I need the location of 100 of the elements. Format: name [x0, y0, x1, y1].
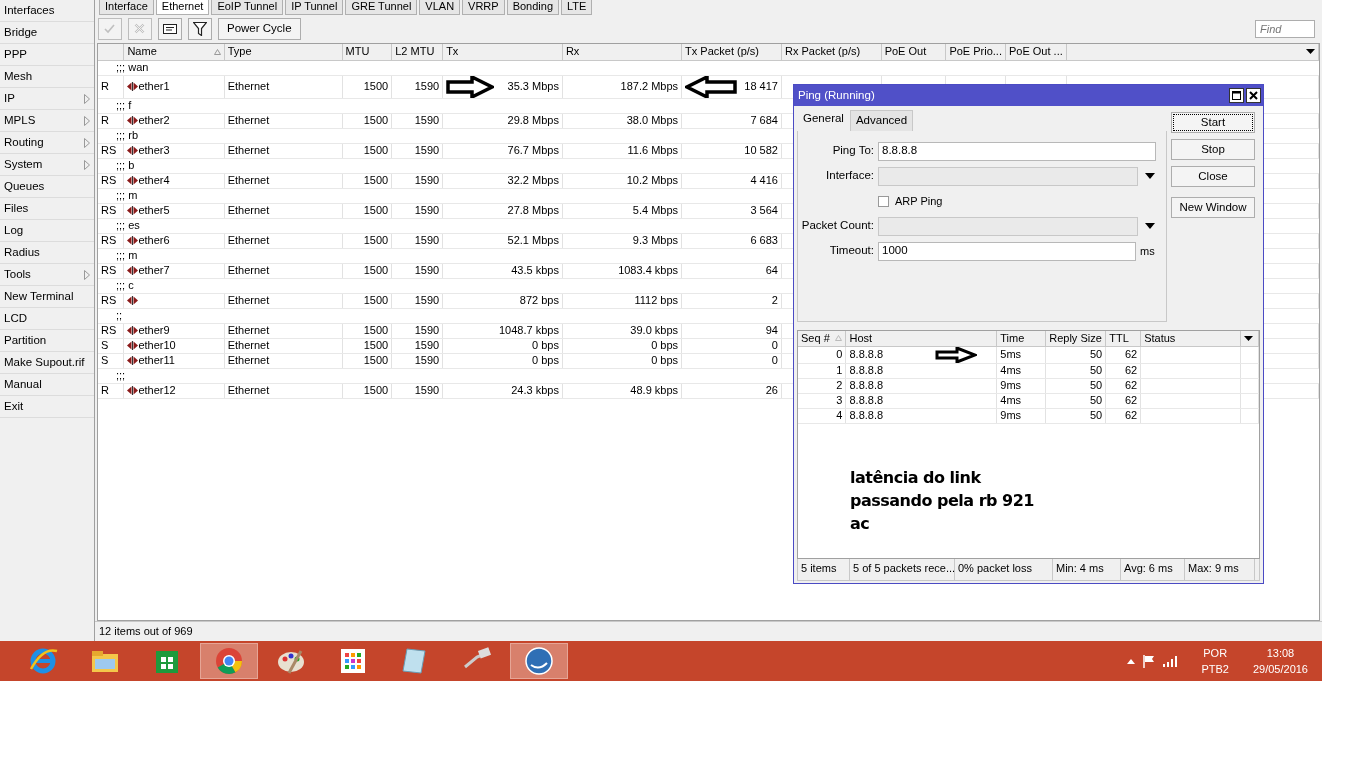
column-header[interactable]: MTU: [342, 44, 392, 60]
table-cell: 62: [1105, 408, 1141, 423]
sidebar-item[interactable]: Log: [0, 220, 94, 242]
table-cell: 4ms: [996, 393, 1046, 408]
tab[interactable]: Ethernet: [155, 0, 210, 15]
table-cell: 62: [1105, 363, 1141, 378]
table-cell: 872 bps: [519, 293, 559, 307]
interface-name[interactable]: ether11: [138, 353, 175, 367]
input-field[interactable]: 8.8.8.8: [878, 141, 1156, 161]
tab[interactable]: Bonding: [506, 0, 560, 15]
table-cell: 1590: [391, 263, 443, 278]
tab[interactable]: Advanced: [849, 110, 914, 131]
interface-name[interactable]: ether2: [138, 113, 170, 127]
column-header[interactable]: Tx: [442, 44, 563, 60]
dialog-button[interactable]: Stop: [1171, 139, 1255, 160]
power-cycle-button[interactable]: Power Cycle: [218, 18, 301, 40]
flags-cell: RS: [98, 323, 124, 338]
interface-name[interactable]: ether4: [138, 173, 170, 187]
interface-name[interactable]: ether1: [138, 79, 170, 94]
interface-name[interactable]: ether6: [138, 233, 170, 247]
interface-name[interactable]: ether10: [138, 338, 176, 352]
table-cell: 1590: [391, 293, 443, 308]
table-cell: 0: [771, 338, 778, 352]
sidebar-item[interactable]: Make Supout.rif: [0, 352, 94, 374]
double-arrow-icon: [127, 236, 139, 245]
tab[interactable]: IP Tunnel: [285, 0, 344, 15]
taskbar-button[interactable]: [510, 643, 568, 679]
column-header[interactable]: L2 MTU: [391, 44, 443, 60]
column-header[interactable]: Time: [996, 331, 1046, 346]
interface-name[interactable]: ether3: [138, 143, 170, 157]
table-cell: 62: [1105, 378, 1141, 393]
sidebar-item[interactable]: Exit: [0, 396, 94, 418]
dropdown-field[interactable]: [878, 166, 1138, 186]
flags-cell: RS: [98, 143, 124, 158]
sidebar-item[interactable]: Interfaces: [0, 0, 94, 22]
sidebar-item[interactable]: Tools: [0, 264, 94, 286]
tab[interactable]: EoIP Tunnel: [211, 0, 284, 15]
sidebar-item[interactable]: Routing: [0, 132, 94, 154]
tab[interactable]: GRE Tunnel: [345, 0, 418, 15]
sidebar-item[interactable]: IP: [0, 88, 94, 110]
table-cell: 4: [798, 408, 846, 423]
sidebar-item[interactable]: PPP: [0, 44, 94, 66]
maximize-icon: [1232, 91, 1241, 100]
column-header[interactable]: PoE Prio...: [945, 44, 1006, 60]
table-cell: Ethernet: [224, 323, 343, 338]
flags-cell: R: [98, 383, 124, 398]
column-header[interactable]: Name: [123, 44, 225, 60]
column-header[interactable]: Rx: [562, 44, 682, 60]
sidebar-item[interactable]: Manual: [0, 374, 94, 396]
table-cell: 5ms: [996, 346, 1046, 363]
close-button[interactable]: [1246, 88, 1261, 103]
column-header[interactable]: TTL: [1105, 331, 1141, 346]
language-indicator[interactable]: PTB2: [1201, 661, 1229, 678]
maximize-button[interactable]: [1229, 88, 1244, 103]
sidebar-item[interactable]: Bridge: [0, 22, 94, 44]
search-field[interactable]: Find: [1255, 20, 1315, 38]
interface-name[interactable]: ether12: [138, 383, 176, 397]
tab[interactable]: LTE: [561, 0, 593, 15]
column-header[interactable]: Tx Packet (p/s): [681, 44, 782, 60]
clock-date[interactable]: 29/05/2016: [1252, 661, 1308, 678]
sidebar-item[interactable]: Partition: [0, 330, 94, 352]
sidebar-item[interactable]: Mesh: [0, 66, 94, 88]
column-header[interactable]: Seq #: [798, 331, 846, 346]
column-header[interactable]: Rx Packet (p/s): [781, 44, 882, 60]
column-header[interactable]: PoE Out: [881, 44, 946, 60]
dialog-button[interactable]: Close: [1171, 166, 1255, 187]
tab[interactable]: VLAN: [419, 0, 461, 15]
checkbox[interactable]: [878, 195, 889, 207]
tab[interactable]: Interface: [99, 0, 154, 15]
dialog-button[interactable]: New Window: [1171, 197, 1255, 218]
table-cell: 26: [765, 383, 778, 397]
sidebar-item[interactable]: Queues: [0, 176, 94, 198]
language-indicator[interactable]: POR: [1201, 644, 1229, 661]
field-label: Packet Count:: [800, 219, 874, 234]
tab[interactable]: VRRP: [462, 0, 505, 15]
column-header[interactable]: Host: [845, 331, 997, 346]
sidebar-item[interactable]: New Terminal: [0, 286, 94, 308]
sidebar-item[interactable]: MPLS: [0, 110, 94, 132]
table-cell: 0: [771, 353, 778, 367]
sidebar-item[interactable]: System: [0, 154, 94, 176]
interface-name[interactable]: ether7: [138, 263, 170, 277]
table-cell: 1500: [342, 293, 392, 308]
annotation-text: latência do link: [850, 466, 982, 489]
dialog-button[interactable]: Start: [1171, 112, 1255, 133]
interface-name[interactable]: ether5: [138, 203, 170, 217]
column-header[interactable]: Status: [1140, 331, 1241, 346]
toolbar-button[interactable]: [158, 18, 182, 40]
sidebar-item[interactable]: Files: [0, 198, 94, 220]
dropdown-field[interactable]: [878, 216, 1138, 236]
clock-time[interactable]: 13:08: [1252, 644, 1308, 661]
column-header[interactable]: Type: [224, 44, 343, 60]
input-field[interactable]: 1000: [878, 241, 1136, 261]
sidebar-item[interactable]: LCD: [0, 308, 94, 330]
column-header[interactable]: Reply Size: [1045, 331, 1106, 346]
interface-name[interactable]: ether9: [138, 323, 170, 337]
toolbar-button[interactable]: [188, 18, 212, 40]
column-header[interactable]: PoE Out ...: [1005, 44, 1067, 60]
taskbar-button[interactable]: [200, 643, 258, 679]
sidebar-item[interactable]: Radius: [0, 242, 94, 264]
table-cell: 1590: [391, 173, 443, 188]
